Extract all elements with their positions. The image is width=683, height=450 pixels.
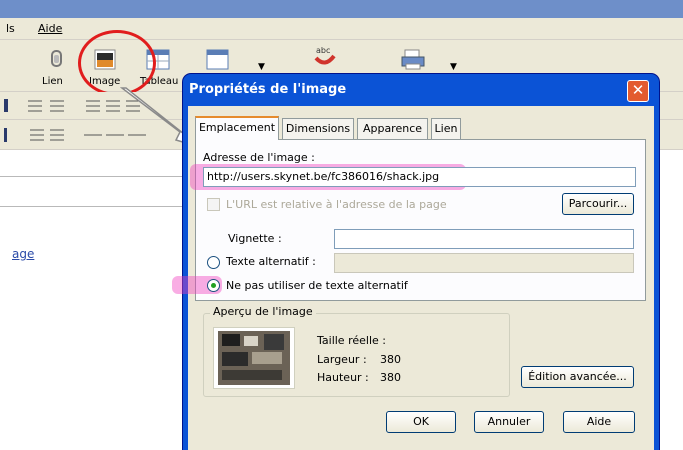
no-alt-label: Ne pas utiliser de texte alternatif bbox=[226, 279, 408, 292]
toolbar-label-link: Lien bbox=[42, 76, 63, 87]
relative-url-checkbox[interactable] bbox=[207, 198, 220, 211]
alt-text-input[interactable] bbox=[334, 253, 634, 273]
cancel-button[interactable]: Annuler bbox=[474, 411, 544, 433]
preview-group-title: Aperçu de l'image bbox=[210, 305, 316, 318]
link-icon[interactable] bbox=[44, 48, 70, 70]
menu-tools[interactable]: ls bbox=[6, 22, 15, 35]
tab-location[interactable]: Emplacement bbox=[195, 116, 279, 140]
thumbnail-input[interactable] bbox=[334, 229, 634, 249]
relative-url-label: L'URL est relative à l'adresse de la pag… bbox=[226, 198, 447, 211]
browse-button[interactable]: Parcourir... bbox=[562, 193, 634, 215]
address-label: Adresse de l'image : bbox=[203, 151, 315, 164]
print-dropdown-icon[interactable]: ▼ bbox=[450, 62, 457, 72]
alt-text-radio[interactable] bbox=[207, 256, 220, 269]
close-button[interactable]: ✕ bbox=[627, 80, 649, 102]
image-address-input[interactable]: http://users.skynet.be/fc386016/shack.jp… bbox=[203, 167, 636, 187]
dialog-title: Propriétés de l'image bbox=[189, 82, 347, 97]
image-preview bbox=[213, 327, 295, 389]
alt-text-label: Texte alternatif : bbox=[226, 255, 316, 268]
svg-text:abc: abc bbox=[316, 46, 330, 55]
width-value: 380 bbox=[380, 353, 401, 366]
spellcheck-icon[interactable]: abc bbox=[310, 44, 336, 66]
window-top-bar bbox=[0, 0, 683, 18]
no-alt-radio[interactable] bbox=[207, 279, 220, 292]
advanced-edit-button[interactable]: Édition avancée... bbox=[521, 366, 634, 388]
print-icon[interactable] bbox=[400, 48, 426, 70]
thumbnail-label: Vignette : bbox=[228, 232, 282, 245]
height-label: Hauteur : bbox=[317, 371, 369, 384]
editor-link-text[interactable]: age bbox=[12, 247, 34, 261]
editor-divider-2 bbox=[0, 206, 200, 207]
menu-help[interactable]: Aide bbox=[38, 22, 62, 35]
tab-link[interactable]: Lien bbox=[431, 118, 461, 139]
real-size-label: Taille réelle : bbox=[317, 334, 386, 347]
tab-appearance[interactable]: Apparence bbox=[357, 118, 428, 139]
preview-photo-icon bbox=[218, 331, 290, 385]
tab-dimensions[interactable]: Dimensions bbox=[282, 118, 354, 139]
form-icon[interactable] bbox=[205, 48, 231, 70]
radio-selected-dot bbox=[211, 283, 216, 288]
height-value: 380 bbox=[380, 371, 401, 384]
ok-button[interactable]: OK bbox=[386, 411, 456, 433]
form-dropdown-icon[interactable]: ▼ bbox=[258, 62, 265, 72]
width-label: Largeur : bbox=[317, 353, 367, 366]
editor-divider bbox=[0, 176, 200, 177]
help-button[interactable]: Aide bbox=[563, 411, 635, 433]
